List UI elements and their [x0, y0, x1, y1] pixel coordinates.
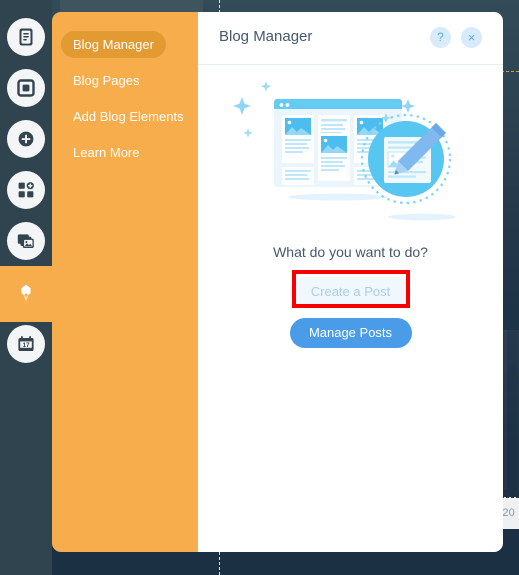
close-button[interactable]: × — [461, 27, 482, 48]
blog-pen-icon — [15, 283, 37, 305]
screen: © 20 — [0, 0, 519, 575]
manage-posts-button[interactable]: Manage Posts — [289, 318, 412, 348]
rail-item-sections[interactable] — [7, 69, 45, 107]
bookings-icon: 17 — [16, 334, 36, 354]
rail-item-add[interactable] — [7, 120, 45, 158]
blog-manager-dialog: Blog Manager ? × What do you want to do?… — [198, 12, 503, 552]
prompt-text: What do you want to do? — [273, 244, 428, 260]
rail-item-pages[interactable] — [7, 18, 45, 56]
sidebar-item-blog-manager[interactable]: Blog Manager — [61, 31, 166, 58]
create-a-post-button[interactable]: Create a Post — [289, 277, 412, 307]
apps-icon — [16, 180, 36, 200]
sidebar-item-add-blog-elements[interactable]: Add Blog Elements — [61, 103, 196, 130]
page-title: Blog Manager — [219, 28, 313, 45]
add-icon — [16, 129, 36, 149]
media-icon — [16, 231, 36, 251]
svg-text:17: 17 — [22, 342, 30, 349]
rail-item-bookings[interactable]: 17 — [7, 325, 45, 363]
rail-item-media[interactable] — [7, 222, 45, 260]
pages-icon — [16, 27, 36, 47]
editor-left-rail: 17 — [0, 0, 52, 575]
action-buttons: Create a Post Manage Posts — [198, 270, 503, 348]
blog-menu-panel: Blog Manager Blog Pages Add Blog Element… — [52, 12, 198, 552]
rail-item-blog[interactable] — [7, 275, 45, 313]
sidebar-item-blog-pages[interactable]: Blog Pages — [61, 67, 152, 94]
background-top-band — [60, 0, 203, 12]
sidebar-item-learn-more[interactable]: Learn More — [61, 139, 151, 166]
dialog-header: Blog Manager ? × — [198, 12, 503, 65]
blog-menu-list: Blog Manager Blog Pages Add Blog Element… — [52, 12, 198, 166]
sections-icon — [16, 78, 36, 98]
help-button[interactable]: ? — [430, 27, 451, 48]
sparkle-group-left — [233, 81, 272, 138]
rail-item-apps[interactable] — [7, 171, 45, 209]
blog-posts-illustration — [198, 65, 503, 240]
